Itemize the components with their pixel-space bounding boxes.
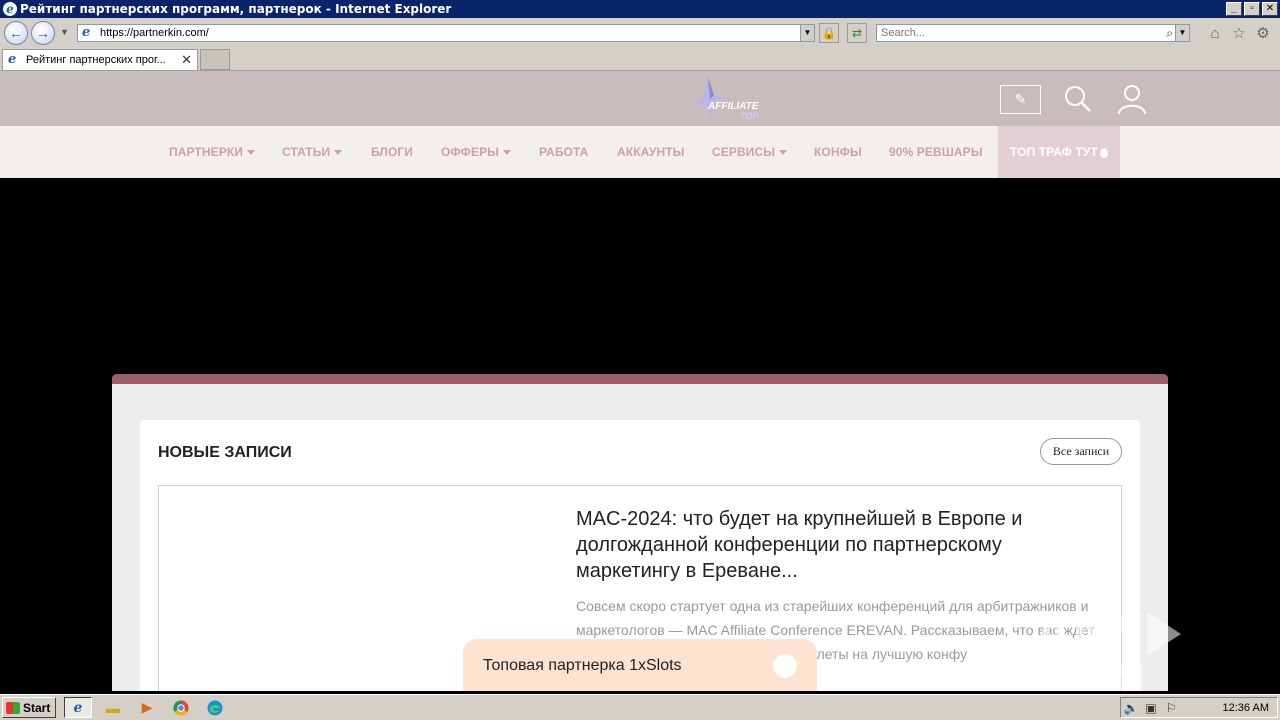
toast-close-icon[interactable] xyxy=(773,654,797,678)
close-window-button[interactable]: ✕ xyxy=(1262,2,1278,16)
chevron-down-icon xyxy=(779,150,788,156)
minimize-button[interactable]: _ xyxy=(1226,2,1242,16)
forward-button[interactable]: → xyxy=(31,21,55,45)
browser-navbar: ← → ▼ e https://partnerkin.com/ ▼ 🔒 ⇄ ⌕ … xyxy=(0,18,1280,48)
tabs-bar: e Рейтинг партнерских прог... ✕ xyxy=(0,48,1280,71)
start-label: Start xyxy=(23,700,51,715)
taskbar-media-icon[interactable]: ▶ xyxy=(133,697,161,718)
site-logo[interactable]: AFFILIATE TOP xyxy=(688,77,768,123)
browser-search[interactable]: ⌕ ▼ xyxy=(876,24,1190,42)
chrome-icon xyxy=(173,699,189,716)
chevron-down-icon xyxy=(503,150,512,156)
address-url[interactable]: https://partnerkin.com/ xyxy=(100,27,209,39)
search-icon[interactable]: ⌕ xyxy=(1166,26,1173,41)
section-title: НОВЫЕ ЗАПИСИ xyxy=(158,444,292,461)
chevron-down-icon xyxy=(334,150,343,156)
all-posts-button[interactable]: Все записи xyxy=(1040,438,1122,465)
new-tab-button[interactable] xyxy=(200,49,230,70)
menu-item-revshare[interactable]: 90% РЕВШАРЫ xyxy=(889,126,983,178)
favorites-star-icon[interactable]: ☆ xyxy=(1230,25,1248,43)
clock[interactable]: 12:36 AM xyxy=(1223,702,1269,714)
home-icon[interactable]: ⌂ xyxy=(1206,25,1224,43)
watermark-left: ANY xyxy=(1036,606,1145,657)
volume-icon[interactable]: 🔈 xyxy=(1121,701,1141,715)
logo-text-top: TOP xyxy=(740,111,759,121)
menu-item-offers[interactable]: ОФФЕРЫ xyxy=(441,126,512,178)
tab-label[interactable]: Рейтинг партнерских прог... xyxy=(26,54,176,66)
ie-logo-icon: e xyxy=(3,2,17,16)
site-search-icon[interactable] xyxy=(1062,83,1094,115)
menu-item-articles[interactable]: СТАТЬИ xyxy=(282,126,343,178)
restore-button[interactable]: ▫ xyxy=(1244,2,1260,16)
search-dropdown-icon[interactable]: ▼ xyxy=(1175,25,1189,41)
promo-toast[interactable]: Топовая партнерка 1xSlots xyxy=(463,639,817,691)
anyrun-watermark: ANYRUN xyxy=(1036,606,1280,691)
start-button[interactable]: Start xyxy=(2,697,56,718)
site-header: AFFILIATE TOP ✎ xyxy=(0,71,1280,126)
windows-logo-icon xyxy=(6,701,20,714)
taskbar-chrome-icon[interactable] xyxy=(167,697,195,718)
menu-item-top-traffic[interactable]: ТОП ТРАФ ТУТ xyxy=(998,126,1120,178)
refresh-button[interactable]: ⇄ xyxy=(847,23,867,43)
search-input[interactable] xyxy=(881,27,1151,39)
forward-arrow-icon: → xyxy=(36,25,50,41)
accent-bar xyxy=(112,374,1168,384)
tab-page-icon: e xyxy=(8,52,17,67)
close-tab-icon[interactable]: ✕ xyxy=(181,52,192,68)
user-account-icon[interactable] xyxy=(1116,83,1148,115)
web-page: AFFILIATE TOP ✎ ПАРТНЕРКИ СТАТЬИ БЛОГИ О… xyxy=(0,71,1280,691)
menu-item-accounts[interactable]: АККАУНТЫ xyxy=(617,126,685,178)
window-titlebar: e Рейтинг партнерских программ, партнеро… xyxy=(0,0,1280,18)
pencil-icon: ✎ xyxy=(1014,91,1027,107)
back-arrow-icon: ← xyxy=(9,25,23,41)
write-post-button[interactable]: ✎ xyxy=(1000,85,1041,114)
flag-icon[interactable]: ⚐ xyxy=(1161,701,1181,715)
taskbar: Start e ▬ ▶ 🔈 ▣ ⚐ 12:36 AM xyxy=(0,694,1280,720)
address-bar[interactable]: e https://partnerkin.com/ ▼ xyxy=(77,24,815,42)
network-icon[interactable]: ▣ xyxy=(1141,701,1161,715)
taskbar-folder-icon[interactable]: ▬ xyxy=(99,697,127,718)
menu-item-blogs[interactable]: БЛОГИ xyxy=(371,126,413,178)
menu-item-conferences[interactable]: КОНФЫ xyxy=(814,126,862,178)
tab-active[interactable]: e Рейтинг партнерских прог... ✕ xyxy=(2,49,198,70)
main-menu: ПАРТНЕРКИ СТАТЬИ БЛОГИ ОФФЕРЫ РАБОТА АКК… xyxy=(0,126,1280,178)
address-dropdown-icon[interactable]: ▼ xyxy=(800,25,814,41)
window-title: Рейтинг партнерских программ, партнерок … xyxy=(20,2,452,16)
menu-item-partnerki[interactable]: ПАРТНЕРКИ xyxy=(169,126,255,178)
taskbar-ie-icon[interactable]: e xyxy=(64,697,92,718)
chevron-down-icon xyxy=(247,150,255,156)
lock-icon[interactable]: 🔒 xyxy=(819,23,839,43)
ad-banner[interactable] xyxy=(0,178,1280,374)
settings-gear-icon[interactable]: ⚙ xyxy=(1254,25,1272,43)
system-tray: 🔈 ▣ ⚐ 12:36 AM xyxy=(1120,697,1278,718)
menu-item-jobs[interactable]: РАБОТА xyxy=(539,126,588,178)
taskbar-edge-icon[interactable] xyxy=(201,697,229,718)
watermark-right: RUN xyxy=(1036,657,1149,691)
site-page-icon: e xyxy=(82,25,91,40)
post-title[interactable]: MAC-2024: что будет на крупнейшей в Евро… xyxy=(576,506,1096,584)
window-controls: _ ▫ ✕ xyxy=(1226,2,1278,16)
history-dropdown-icon[interactable]: ▼ xyxy=(60,27,69,37)
edge-icon xyxy=(207,700,223,715)
toast-label[interactable]: Топовая партнерка 1xSlots xyxy=(483,657,682,675)
drop-icon xyxy=(1099,147,1108,158)
menu-item-services[interactable]: СЕРВИСЫ xyxy=(712,126,788,178)
logo-star-icon xyxy=(692,77,728,121)
back-button[interactable]: ← xyxy=(4,21,28,45)
play-icon xyxy=(1146,612,1181,656)
